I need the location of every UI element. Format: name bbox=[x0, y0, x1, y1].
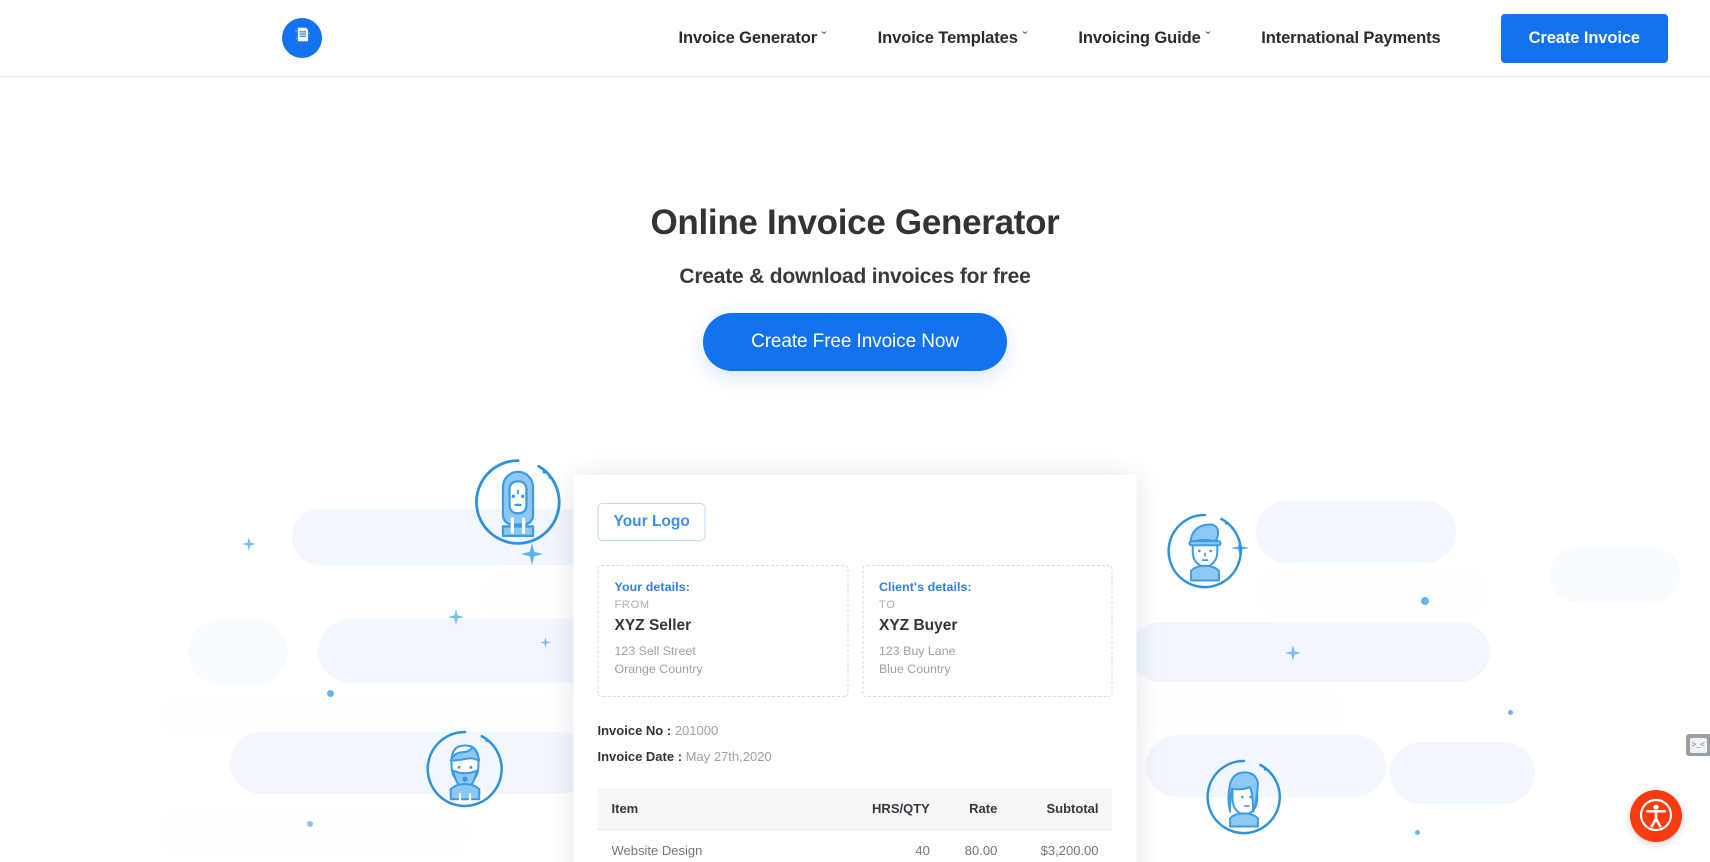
column-header-qty: HRS/QTY bbox=[839, 787, 940, 830]
page-subtitle: Create & download invoices for free bbox=[679, 265, 1031, 288]
deco-pill bbox=[1256, 501, 1456, 563]
deco-pill bbox=[1550, 547, 1680, 603]
nav-item-invoicing-guide[interactable]: Invoicing Guide ˇ bbox=[1052, 29, 1235, 48]
cell-subtotal: $3,200.00 bbox=[1007, 829, 1113, 862]
seller-kicker: FROM bbox=[614, 599, 650, 611]
deco-pill bbox=[1252, 569, 1492, 617]
nav-item-label: Invoice Generator bbox=[678, 28, 818, 47]
invoice-date-row: Invoice Date : May 27th,2020 bbox=[598, 749, 1113, 764]
invoice-number-label: Invoice No : bbox=[597, 722, 672, 738]
edge-feedback-widget[interactable]: >_< bbox=[1686, 734, 1710, 756]
client-address-line2: Blue Country bbox=[879, 661, 951, 676]
avatar-illustration-bearded-man bbox=[426, 730, 503, 808]
primary-nav: Invoice Generator ˇ Invoice Templates ˇ … bbox=[652, 13, 1668, 63]
seller-details-box[interactable]: Your details: FROM XYZ Seller 123 Sell S… bbox=[597, 565, 848, 697]
invoice-number-value: 201000 bbox=[674, 722, 719, 738]
cell-item: Website Design bbox=[597, 829, 840, 862]
your-logo-placeholder[interactable]: Your Logo bbox=[597, 503, 706, 541]
seller-name: XYZ Seller bbox=[614, 617, 692, 634]
deco-dot bbox=[307, 821, 313, 827]
cell-rate: 80.00 bbox=[939, 829, 1008, 862]
chevron-down-icon: ˇ bbox=[1205, 30, 1210, 43]
hero-section: Online Invoice Generator Create & downlo… bbox=[0, 77, 1710, 862]
nav-item-invoice-generator[interactable]: Invoice Generator ˇ bbox=[652, 29, 851, 48]
deco-dot bbox=[1421, 597, 1429, 605]
deco-pill bbox=[1390, 742, 1535, 804]
deco-pill bbox=[1130, 622, 1490, 682]
invoice-receipt-icon bbox=[292, 25, 313, 51]
hero-copy: Online Invoice Generator Create & downlo… bbox=[0, 77, 1710, 371]
column-header-rate: Rate bbox=[939, 787, 1008, 830]
deco-pill bbox=[230, 732, 590, 794]
nav-item-label: International Payments bbox=[1261, 28, 1441, 47]
deco-pill bbox=[292, 509, 622, 565]
create-free-invoice-button[interactable]: Create Free Invoice Now bbox=[703, 313, 1007, 371]
invoice-date-label: Invoice Date : bbox=[597, 748, 683, 764]
avatar-illustration-capped-man bbox=[1167, 513, 1242, 589]
avatar-illustration-woman bbox=[475, 459, 561, 545]
client-heading: Client's details: bbox=[879, 580, 972, 594]
deco-pill bbox=[1146, 735, 1386, 797]
table-header: Item HRS/QTY Rate Subtotal bbox=[597, 787, 1113, 830]
invoice-preview-card: Your Logo Your details: FROM XYZ Seller … bbox=[573, 475, 1137, 862]
create-invoice-button[interactable]: Create Invoice bbox=[1500, 13, 1668, 63]
nav-item-label: Invoice Templates bbox=[877, 28, 1018, 47]
deco-sparkle bbox=[1231, 539, 1249, 557]
invoice-line-items-table: Item HRS/QTY Rate Subtotal Website Desig… bbox=[597, 787, 1113, 862]
deco-dot bbox=[1415, 830, 1420, 835]
cell-qty: 40 bbox=[839, 829, 940, 862]
navbar-inner: Invoice Generator ˇ Invoice Templates ˇ … bbox=[0, 13, 1710, 63]
page-title: Online Invoice Generator bbox=[650, 203, 1060, 242]
invoice-meta: Invoice No : 201000 Invoice Date : May 2… bbox=[598, 723, 1113, 764]
edge-widget-glyph: >_< bbox=[1689, 737, 1707, 753]
deco-dot bbox=[1508, 710, 1513, 715]
deco-pill bbox=[188, 619, 288, 685]
deco-dot bbox=[327, 690, 334, 697]
deco-sparkle bbox=[521, 543, 543, 565]
invoice-number-row: Invoice No : 201000 bbox=[598, 723, 1113, 738]
client-address-line1: 123 Buy Lane bbox=[879, 644, 956, 658]
deco-sparkle bbox=[1285, 645, 1301, 661]
column-header-item: Item bbox=[597, 787, 840, 830]
seller-heading: Your details: bbox=[614, 580, 690, 594]
accessibility-person-icon bbox=[1636, 795, 1676, 838]
seller-address: 123 Sell Street Orange Country bbox=[615, 643, 832, 679]
deco-sparkle bbox=[242, 537, 256, 551]
accessibility-button[interactable] bbox=[1630, 790, 1682, 842]
table-row[interactable]: Website Design 40 80.00 $3,200.00 bbox=[597, 829, 1113, 862]
client-name: XYZ Buyer bbox=[879, 617, 958, 634]
invoice-parties-row: Your details: FROM XYZ Seller 123 Sell S… bbox=[597, 565, 1113, 697]
avatar-illustration-woman-long-hair bbox=[1206, 759, 1281, 835]
nav-item-international-payments[interactable]: International Payments bbox=[1235, 29, 1466, 48]
invoice-date-value: May 27th,2020 bbox=[685, 748, 772, 764]
table-header-row: Item HRS/QTY Rate Subtotal bbox=[597, 787, 1113, 830]
top-navbar: Invoice Generator ˇ Invoice Templates ˇ … bbox=[0, 0, 1710, 77]
column-header-subtotal: Subtotal bbox=[1007, 787, 1113, 830]
client-kicker: TO bbox=[879, 599, 896, 611]
client-details-box[interactable]: Client's details: TO XYZ Buyer 123 Buy L… bbox=[862, 565, 1113, 697]
nav-item-label: Invoicing Guide bbox=[1078, 28, 1201, 47]
deco-sparkle bbox=[540, 637, 551, 648]
seller-address-line1: 123 Sell Street bbox=[614, 644, 696, 658]
chevron-down-icon: ˇ bbox=[821, 30, 827, 43]
client-address: 123 Buy Lane Blue Country bbox=[879, 643, 1096, 679]
seller-address-line2: Orange Country bbox=[614, 661, 703, 676]
deco-sparkle bbox=[448, 609, 464, 625]
deco-pill bbox=[160, 694, 600, 738]
site-logo[interactable] bbox=[282, 18, 322, 58]
table-body: Website Design 40 80.00 $3,200.00 Slicin… bbox=[597, 829, 1113, 862]
nav-item-invoice-templates[interactable]: Invoice Templates ˇ bbox=[852, 29, 1053, 48]
deco-pill bbox=[160, 804, 470, 860]
chevron-down-icon: ˇ bbox=[1022, 30, 1027, 43]
